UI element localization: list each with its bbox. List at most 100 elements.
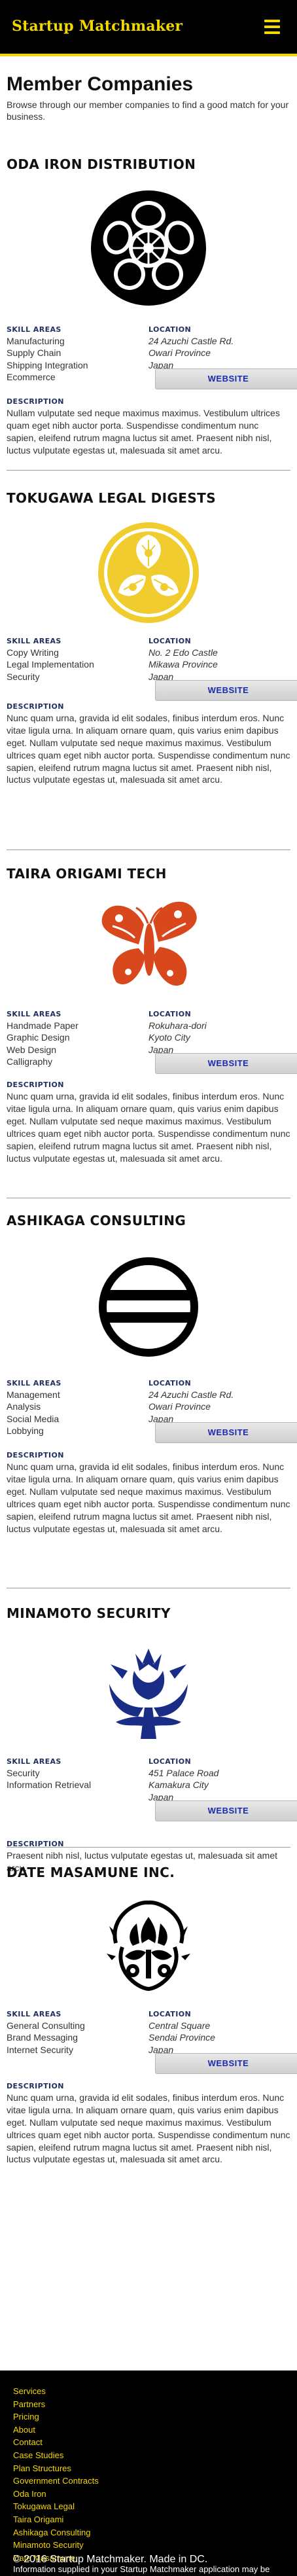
skill-item: General Consulting — [7, 2020, 85, 2031]
footer-link-case-studies[interactable]: Case Studies — [13, 2449, 284, 2462]
website-button[interactable]: WEBSITE — [155, 368, 297, 389]
description-label: DESCRIPTION — [7, 2081, 64, 2090]
skill-item: Web Design — [7, 1044, 57, 1055]
location-line: Owari Province — [148, 1401, 211, 1412]
footer-link-about[interactable]: About — [13, 2424, 284, 2437]
footer-nav: Services Partners Pricing About Contact … — [13, 2385, 284, 2564]
skill-item: Social Media — [7, 1413, 60, 1424]
skill-item: Supply Chain — [7, 348, 61, 359]
location-line: 24 Azuchi Castle Rd. — [148, 336, 234, 347]
location-line: Mikawa Province — [148, 659, 218, 670]
brand-logo-text[interactable]: Startup Matchmaker — [12, 17, 183, 37]
skill-item: Handmade Paper — [7, 1020, 79, 1031]
divider — [7, 1847, 290, 1848]
company-card: MINAMOTO SECURITY SKILL AREAS Security I… — [0, 1605, 297, 1874]
company-description: Nunc quam urna, gravida id elit sodales,… — [7, 712, 290, 785]
location-line: 24 Azuchi Castle Rd. — [148, 1389, 234, 1401]
footer-link-services[interactable]: Services — [13, 2385, 284, 2398]
location-line: Sendai Province — [148, 2032, 215, 2043]
site-footer: Services Partners Pricing About Contact … — [0, 2370, 297, 2576]
skill-item: Manufacturing — [7, 336, 65, 347]
footer-link-ashikaga-consulting[interactable]: Ashikaga Consulting — [13, 2526, 284, 2539]
footer-link-oda-iron[interactable]: Oda Iron — [13, 2488, 284, 2501]
footer-link-partners[interactable]: Partners — [13, 2398, 284, 2411]
company-card: TOKUGAWA LEGAL DIGESTS SKILL AREAS Copy … — [0, 490, 297, 786]
website-button[interactable]: WEBSITE — [155, 1053, 297, 1074]
skill-item: Ecommerce — [7, 371, 56, 382]
company-description: Nunc quam urna, gravida id elit sodales,… — [7, 1461, 290, 1534]
skills-label: SKILL AREAS — [7, 325, 61, 334]
footer-link-tokugawa-legal[interactable]: Tokugawa Legal — [13, 2500, 284, 2513]
footer-link-plan-structures[interactable]: Plan Structures — [13, 2462, 284, 2475]
location-label: LOCATION — [148, 2010, 192, 2018]
page-subtitle: Browse through our member companies to f… — [7, 99, 289, 122]
skills-label: SKILL AREAS — [7, 2010, 61, 2018]
footer-link-taira-origami[interactable]: Taira Origami — [13, 2513, 284, 2526]
skills-label: SKILL AREAS — [7, 1010, 61, 1018]
skill-item: Calligraphy — [7, 1056, 53, 1067]
description-label: DESCRIPTION — [7, 1080, 64, 1089]
footer-link-contact[interactable]: Contact — [13, 2436, 284, 2449]
website-button[interactable]: WEBSITE — [155, 680, 297, 701]
copyright-text: © 2016 Startup Matchmaker. Made in DC. — [13, 2554, 208, 2565]
site-header: Startup Matchmaker — [0, 0, 297, 56]
page-title: Member Companies — [7, 73, 194, 95]
skill-item: Brand Messaging — [7, 2032, 78, 2043]
footer-link-minamoto-security[interactable]: Minamoto Security — [13, 2539, 284, 2552]
hamburger-menu-icon[interactable] — [264, 20, 280, 35]
company-card: ASHIKAGA CONSULTING SKILL AREAS Manageme… — [0, 1212, 297, 1535]
description-label: DESCRIPTION — [7, 397, 64, 406]
website-button[interactable]: WEBSITE — [155, 2053, 297, 2074]
location-line: Kamakura City — [148, 1780, 209, 1791]
company-description: Nunc quam urna, gravida id elit sodales,… — [7, 1091, 290, 1164]
company-name: MINAMOTO SECURITY — [7, 1605, 171, 1621]
website-button[interactable]: WEBSITE — [155, 1800, 297, 1821]
skill-item: Lobbying — [7, 1425, 44, 1436]
location-label: LOCATION — [148, 325, 192, 334]
skill-item: Graphic Design — [7, 1032, 70, 1043]
location-line: Rokuhara-dori — [148, 1020, 207, 1031]
skill-item: Security — [7, 671, 40, 682]
skill-item: Legal Implementation — [7, 659, 94, 670]
company-name: TAIRA ORIGAMI TECH — [7, 866, 167, 882]
oda-mon-logo — [7, 189, 290, 307]
skill-item: Management — [7, 1389, 60, 1401]
location-line: 451 Palace Road — [148, 1768, 219, 1779]
location-line: Central Square — [148, 2020, 211, 2031]
company-card: DATE MASAMUNE INC. SKILL AREAS General C… — [0, 1864, 297, 2166]
description-label: DESCRIPTION — [7, 1450, 64, 1459]
location-line: No. 2 Edo Castle — [148, 647, 218, 658]
skill-item: Internet Security — [7, 2044, 73, 2055]
skill-item: Copy Writing — [7, 647, 59, 658]
company-name: DATE MASAMUNE INC. — [7, 1865, 175, 1880]
tokugawa-mon-logo — [7, 520, 290, 625]
company-name: ASHIKAGA CONSULTING — [7, 1213, 186, 1228]
company-card: TAIRA ORIGAMI TECH SKILL AREAS Handmade … — [0, 865, 297, 1164]
location-line: Kyoto City — [148, 1032, 190, 1043]
intro-section: Member Companies Browse through our memb… — [0, 56, 297, 122]
skill-item: Analysis — [7, 1401, 41, 1412]
ashikaga-mon-logo — [7, 1256, 290, 1358]
skills-label: SKILL AREAS — [7, 1757, 61, 1766]
divider — [7, 470, 290, 471]
location-line: Owari Province — [148, 348, 211, 359]
company-name: ODA IRON DISTRIBUTION — [7, 156, 196, 172]
skill-item: Shipping Integration — [7, 359, 88, 370]
footer-link-government-contracts[interactable]: Government Contracts — [13, 2475, 284, 2488]
gentian-mon-logo — [7, 1645, 290, 1743]
company-name: TOKUGAWA LEGAL DIGESTS — [7, 490, 217, 506]
company-description: Nullam vulputate sed neque maximus maxim… — [7, 408, 280, 456]
location-label: LOCATION — [148, 637, 192, 645]
website-button[interactable]: WEBSITE — [155, 1422, 297, 1443]
date-mon-logo — [7, 1897, 290, 1995]
skill-item: Security — [7, 1768, 40, 1779]
location-label: LOCATION — [148, 1379, 192, 1387]
skills-label: SKILL AREAS — [7, 637, 61, 645]
description-label: DESCRIPTION — [7, 702, 64, 711]
location-label: LOCATION — [148, 1757, 192, 1766]
skills-label: SKILL AREAS — [7, 1379, 61, 1387]
footer-link-pricing[interactable]: Pricing — [13, 2410, 284, 2424]
location-label: LOCATION — [148, 1010, 192, 1018]
butterfly-mon-logo — [7, 892, 290, 1003]
skill-item: Information Retrieval — [7, 1780, 92, 1791]
